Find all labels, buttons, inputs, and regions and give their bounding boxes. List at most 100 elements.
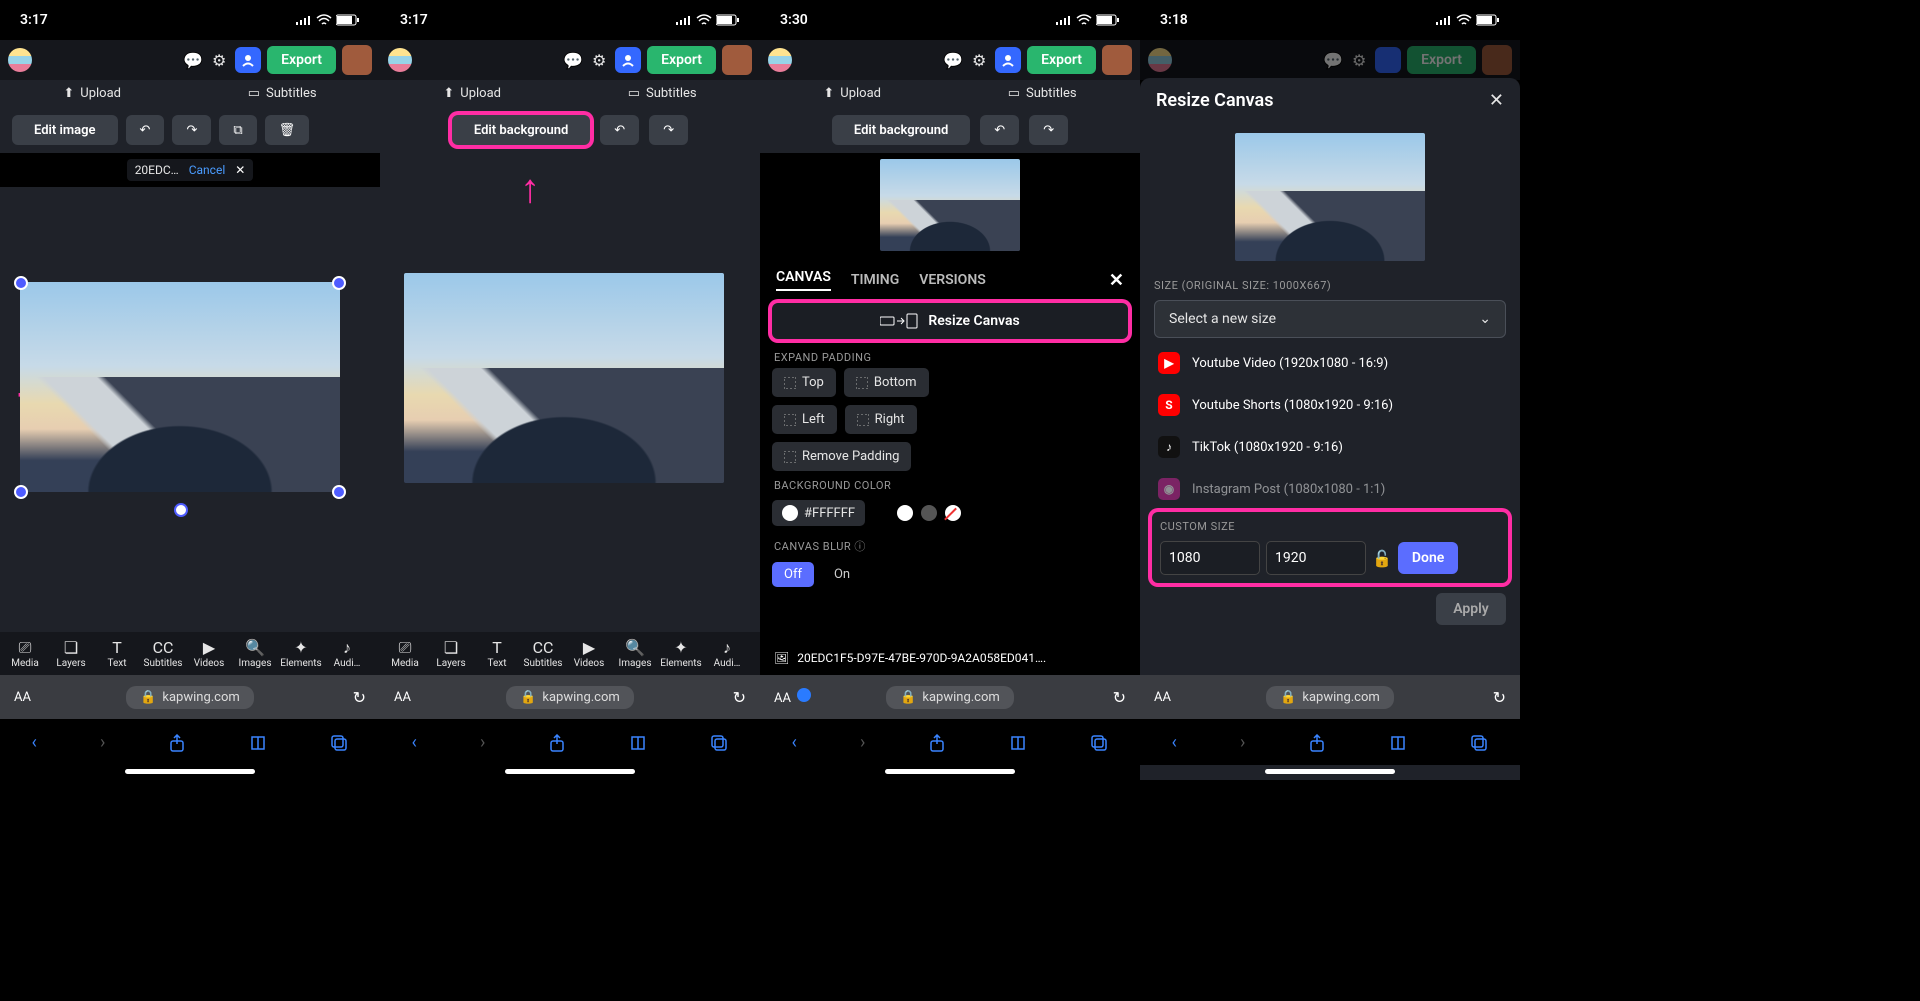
tool-layers[interactable]: ❏Layers	[48, 638, 94, 669]
tool-media[interactable]: ⎚Media	[2, 638, 48, 669]
export-button[interactable]: Export	[647, 46, 716, 74]
text-size-button[interactable]: AA	[394, 690, 411, 705]
tabs-button[interactable]	[1470, 732, 1488, 753]
tool-layers[interactable]: ❏Layers	[428, 638, 474, 669]
close-icon[interactable]: ✕	[1489, 90, 1504, 111]
share-button[interactable]	[168, 732, 186, 753]
color-white[interactable]	[897, 505, 913, 521]
canvas[interactable]: TAP →	[0, 187, 380, 632]
tab-canvas[interactable]: CANVAS	[776, 269, 831, 291]
done-button[interactable]: Done	[1398, 542, 1458, 574]
bookmarks-button[interactable]	[249, 732, 267, 753]
home-indicator[interactable]	[885, 769, 1015, 774]
gear-icon[interactable]: ⚙	[589, 50, 609, 70]
text-size-button[interactable]: AA	[774, 688, 811, 706]
safari-urlbar[interactable]: AA 🔒 kapwing.com ↻	[0, 675, 380, 719]
pad-right-button[interactable]: Right	[845, 405, 917, 434]
share-button[interactable]	[548, 732, 566, 753]
back-button[interactable]: ‹	[32, 732, 37, 753]
home-indicator[interactable]	[125, 769, 255, 774]
safari-urlbar[interactable]: AA 🔒 kapwing.com ↻	[1140, 675, 1520, 719]
url-pill[interactable]: 🔒 kapwing.com	[886, 686, 1014, 709]
redo-button[interactable]: ↷	[649, 115, 688, 145]
blur-on-button[interactable]: On	[822, 562, 862, 587]
avatar[interactable]	[722, 45, 752, 75]
tab-versions[interactable]: VERSIONS	[919, 272, 986, 288]
tabs-button[interactable]	[710, 732, 728, 753]
app-logo[interactable]	[8, 48, 32, 72]
edit-background-button[interactable]: Edit background	[832, 115, 970, 145]
upload-button[interactable]: ⬆Upload	[823, 86, 881, 101]
gear-icon[interactable]: ⚙	[209, 50, 229, 70]
undo-button[interactable]: ↶	[600, 115, 639, 145]
export-button[interactable]: Export	[1027, 46, 1096, 74]
lock-aspect-icon[interactable]: 🔓	[1372, 549, 1392, 568]
resize-handle-tr[interactable]	[332, 276, 346, 290]
tool-elements[interactable]: ✦Elements	[278, 638, 324, 669]
resize-handle-tl[interactable]	[14, 276, 28, 290]
close-icon[interactable]: ✕	[235, 163, 245, 177]
home-indicator[interactable]	[505, 769, 635, 774]
share-button[interactable]	[1308, 732, 1326, 753]
back-button[interactable]: ‹	[412, 732, 417, 753]
width-input[interactable]	[1160, 541, 1260, 575]
hex-input[interactable]: #FFFFFF	[772, 500, 865, 526]
forward-button[interactable]: ›	[480, 732, 485, 753]
tool-audi…[interactable]: ♪Audi…	[704, 638, 750, 669]
close-icon[interactable]: ✕	[1109, 270, 1124, 291]
size-option[interactable]: SYoutube Shorts (1080x1920 - 9:16)	[1140, 384, 1520, 426]
bookmarks-button[interactable]	[629, 732, 647, 753]
resize-handle-br[interactable]	[332, 485, 346, 499]
url-pill[interactable]: 🔒 kapwing.com	[506, 686, 634, 709]
reload-icon[interactable]: ↻	[1493, 688, 1506, 707]
tool-subtitles[interactable]: CCSubtitles	[140, 638, 186, 669]
tool-text[interactable]: TText	[474, 638, 520, 669]
export-button[interactable]: Export	[267, 46, 336, 74]
safari-urlbar[interactable]: AA 🔒 kapwing.com ↻	[760, 675, 1140, 719]
avatar[interactable]	[342, 45, 372, 75]
text-size-button[interactable]: AA	[1154, 690, 1171, 705]
app-logo[interactable]	[388, 48, 412, 72]
upload-button[interactable]: ⬆Upload	[443, 86, 501, 101]
pad-top-button[interactable]: Top	[772, 368, 836, 397]
tab-timing[interactable]: TIMING	[851, 272, 899, 288]
tool-videos[interactable]: ▶Videos	[186, 638, 232, 669]
upload-button[interactable]: ⬆Upload	[63, 86, 121, 101]
canvas-image[interactable]	[880, 159, 1020, 251]
remove-padding-button[interactable]: Remove Padding	[772, 442, 911, 471]
subtitles-button[interactable]: ▭Subtitles	[248, 86, 317, 101]
undo-button[interactable]: ↶	[126, 115, 165, 145]
add-user-button[interactable]	[235, 47, 261, 73]
color-black[interactable]	[873, 505, 889, 521]
bookmarks-button[interactable]	[1389, 732, 1407, 753]
redo-button[interactable]: ↷	[172, 115, 211, 145]
redo-button[interactable]: ↷	[1029, 115, 1068, 145]
reload-icon[interactable]: ↻	[733, 688, 746, 707]
tool-subtitles[interactable]: CCSubtitles	[520, 638, 566, 669]
resize-canvas-button[interactable]: Resize Canvas	[772, 303, 1128, 339]
safari-urlbar[interactable]: AA 🔒 kapwing.com ↻	[380, 675, 760, 719]
size-option[interactable]: ▶Youtube Video (1920x1080 - 16:9)	[1140, 342, 1520, 384]
help-icon[interactable]: ⓘ	[854, 540, 866, 553]
forward-button[interactable]: ›	[100, 732, 105, 753]
reload-icon[interactable]: ↻	[1113, 688, 1126, 707]
copy-button[interactable]: ⧉	[219, 115, 256, 145]
back-button[interactable]: ‹	[792, 732, 797, 753]
cancel-link[interactable]: Cancel	[189, 163, 226, 177]
url-pill[interactable]: 🔒 kapwing.com	[126, 686, 254, 709]
undo-button[interactable]: ↶	[980, 115, 1019, 145]
gear-icon[interactable]: ⚙	[969, 50, 989, 70]
tabs-button[interactable]	[1090, 732, 1108, 753]
avatar[interactable]	[1102, 45, 1132, 75]
forward-button[interactable]: ›	[860, 732, 865, 753]
chat-icon[interactable]: 💬	[183, 50, 203, 70]
subtitles-button[interactable]: ▭Subtitles	[1008, 86, 1077, 101]
edit-image-button[interactable]: Edit image	[12, 115, 118, 145]
chat-icon[interactable]: 💬	[563, 50, 583, 70]
edit-background-button[interactable]: Edit background	[452, 115, 590, 145]
text-size-button[interactable]: AA	[14, 690, 31, 705]
delete-button[interactable]: 🗑	[265, 115, 310, 145]
rotate-handle[interactable]	[174, 503, 188, 517]
tool-text[interactable]: TText	[94, 638, 140, 669]
reload-icon[interactable]: ↻	[353, 688, 366, 707]
